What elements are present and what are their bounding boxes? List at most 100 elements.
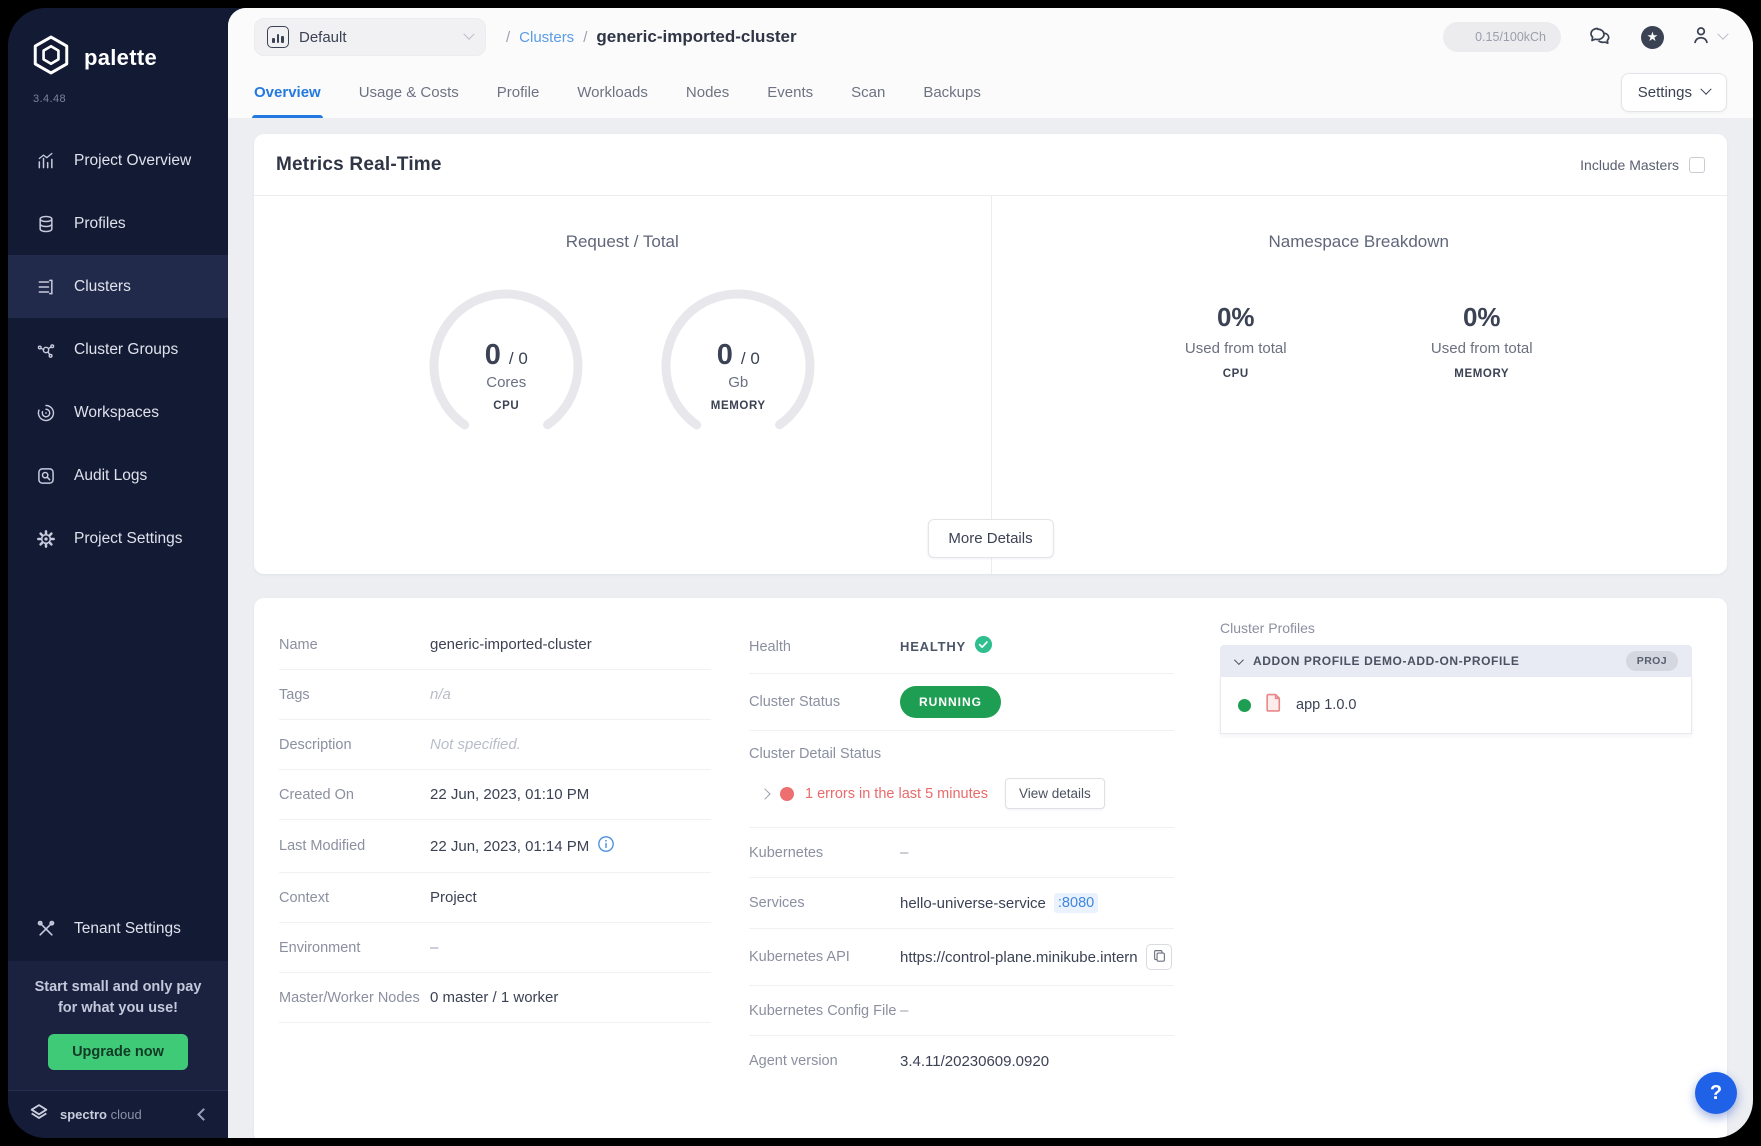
gear-icon [35, 528, 57, 550]
chat-bubbles-icon [1587, 24, 1613, 51]
sidebar-item-audit-logs[interactable]: Audit Logs [8, 444, 228, 507]
chevron-down-icon [1717, 29, 1728, 40]
detail-row-tags: Tags n/a [279, 670, 711, 720]
request-total-title: Request / Total [254, 232, 991, 252]
status-dot-icon [1238, 699, 1251, 712]
star-circle-icon: ★ [1641, 26, 1664, 49]
namespace-memory-stat: 0% Used from total MEMORY [1407, 302, 1557, 380]
breadcrumb-separator: / [583, 29, 587, 46]
breadcrumb-separator: / [506, 29, 510, 46]
tab-scan[interactable]: Scan [851, 66, 885, 118]
brand-logo-row: palette [8, 8, 228, 81]
sidebar-item-label: Clusters [74, 278, 131, 296]
sidebar-item-label: Project Overview [74, 152, 191, 170]
workspace-rings-icon [35, 402, 57, 424]
sidebar-bottom: Tenant Settings Start small and only pay… [8, 898, 228, 1138]
upgrade-now-button[interactable]: Upgrade now [48, 1034, 188, 1070]
tab-profile[interactable]: Profile [497, 66, 540, 118]
breadcrumb-current: generic-imported-cluster [596, 27, 796, 47]
settings-button[interactable]: Settings [1621, 73, 1727, 112]
cluster-details-card: Name generic-imported-cluster Tags n/a D… [254, 598, 1727, 1138]
main-area: Default / Clusters / generic-imported-cl… [228, 8, 1753, 1138]
tab-events[interactable]: Events [767, 66, 813, 118]
brand-name: palette [84, 45, 157, 71]
user-menu[interactable] [1690, 24, 1727, 51]
chevron-down-icon [1700, 84, 1711, 95]
include-masters-checkbox[interactable] [1689, 157, 1705, 173]
profile-pack-item[interactable]: app 1.0.0 [1220, 677, 1692, 734]
breadcrumb-clusters-link[interactable]: Clusters [519, 29, 574, 46]
sidebar-item-tenant-settings[interactable]: Tenant Settings [8, 898, 228, 961]
metrics-body: Request / Total 0 / 0 Cores CPU [254, 196, 1727, 574]
scope-badge: PROJ [1626, 651, 1678, 671]
sidebar-item-label: Cluster Groups [74, 341, 178, 359]
running-badge: RUNNING [900, 686, 1001, 718]
promo-text: Start small and only pay for what you us… [22, 977, 214, 1019]
view-details-button[interactable]: View details [1005, 778, 1105, 809]
namespace-stats: 0% Used from total CPU 0% Used from tota… [991, 302, 1728, 380]
status-row-config-file: Kubernetes Config File – [749, 986, 1174, 1036]
sidebar-item-label: Tenant Settings [74, 920, 181, 938]
project-selector[interactable]: Default [254, 18, 486, 56]
collapse-sidebar-icon[interactable] [197, 1108, 210, 1121]
status-row-detail-status: Cluster Detail Status 1 errors in the la… [749, 731, 1174, 828]
chat-button[interactable] [1587, 24, 1613, 51]
status-row-cluster-status: Cluster Status RUNNING [749, 674, 1174, 731]
namespace-breakdown-section: Namespace Breakdown 0% Used from total C… [991, 196, 1728, 574]
topbar: Default / Clusters / generic-imported-cl… [228, 8, 1753, 118]
sidebar-item-project-overview[interactable]: Project Overview [8, 129, 228, 192]
whats-new-button[interactable]: ★ [1641, 26, 1664, 49]
app-window: palette 3.4.48 Project Overview Profiles [8, 8, 1753, 1138]
error-dot-icon [780, 787, 794, 801]
cluster-status-column: Health HEALTHY Cluster Status RUNNING [749, 620, 1174, 1086]
gauges: 0 / 0 Cores CPU 0 / 0 [254, 286, 991, 446]
tab-nodes[interactable]: Nodes [686, 66, 729, 118]
detail-row-name: Name generic-imported-cluster [279, 620, 711, 670]
request-total-section: Request / Total 0 / 0 Cores CPU [254, 196, 991, 574]
usage-quota-pill: 0.15/100kCh [1443, 22, 1561, 52]
metrics-title: Metrics Real-Time [276, 154, 442, 176]
manifest-file-icon [1265, 693, 1282, 717]
sidebar-item-clusters[interactable]: Clusters [8, 255, 228, 318]
tools-icon [35, 918, 57, 940]
expand-chevron-icon[interactable] [759, 788, 770, 799]
copy-button[interactable] [1146, 944, 1172, 970]
tabs-row: Overview Usage & Costs Profile Workloads… [254, 66, 1727, 118]
chevron-down-icon [463, 29, 474, 40]
profile-group-header[interactable]: ADDON PROFILE DEMO-ADD-ON-PROFILE PROJ [1220, 645, 1692, 677]
tab-backups[interactable]: Backups [923, 66, 981, 118]
network-nodes-icon [35, 339, 57, 361]
health-value: HEALTHY [900, 639, 966, 654]
sidebar-item-project-settings[interactable]: Project Settings [8, 507, 228, 570]
upgrade-promo: Start small and only pay for what you us… [8, 961, 228, 1090]
memory-gauge: 0 / 0 Gb MEMORY [658, 286, 818, 446]
include-masters-label: Include Masters [1580, 157, 1679, 173]
cluster-profiles-column: Cluster Profiles ADDON PROFILE DEMO-ADD-… [1220, 620, 1692, 734]
sidebar-nav: Project Overview Profiles Clusters [8, 129, 228, 570]
sidebar: palette 3.4.48 Project Overview Profiles [8, 8, 228, 1138]
project-selector-value: Default [299, 29, 347, 46]
detail-row-environment: Environment – [279, 923, 711, 973]
namespace-breakdown-title: Namespace Breakdown [991, 232, 1728, 252]
detail-row-created-on: Created On 22 Jun, 2023, 01:10 PM [279, 770, 711, 820]
sidebar-item-label: Audit Logs [74, 467, 147, 485]
chevron-down-icon [1234, 655, 1244, 665]
more-details-button[interactable]: More Details [927, 519, 1053, 558]
cluster-tabs: Overview Usage & Costs Profile Workloads… [254, 66, 981, 118]
tab-workloads[interactable]: Workloads [577, 66, 648, 118]
tab-overview[interactable]: Overview [254, 66, 321, 118]
sidebar-item-workspaces[interactable]: Workspaces [8, 381, 228, 444]
profile-pack-label: app 1.0.0 [1296, 697, 1356, 713]
help-button[interactable]: ? [1695, 1072, 1737, 1114]
database-icon [35, 213, 57, 235]
info-icon[interactable] [597, 835, 615, 857]
sidebar-item-cluster-groups[interactable]: Cluster Groups [8, 318, 228, 381]
metrics-card-header: Metrics Real-Time Include Masters [254, 134, 1727, 196]
tab-usage-costs[interactable]: Usage & Costs [359, 66, 459, 118]
audit-magnifier-icon [35, 465, 57, 487]
error-summary: 1 errors in the last 5 minutes [805, 786, 988, 802]
topbar-row-primary: Default / Clusters / generic-imported-cl… [254, 8, 1727, 66]
sidebar-item-profiles[interactable]: Profiles [8, 192, 228, 255]
topbar-right: 0.15/100kCh ★ [1443, 22, 1727, 52]
service-port-link[interactable]: :8080 [1054, 893, 1098, 913]
